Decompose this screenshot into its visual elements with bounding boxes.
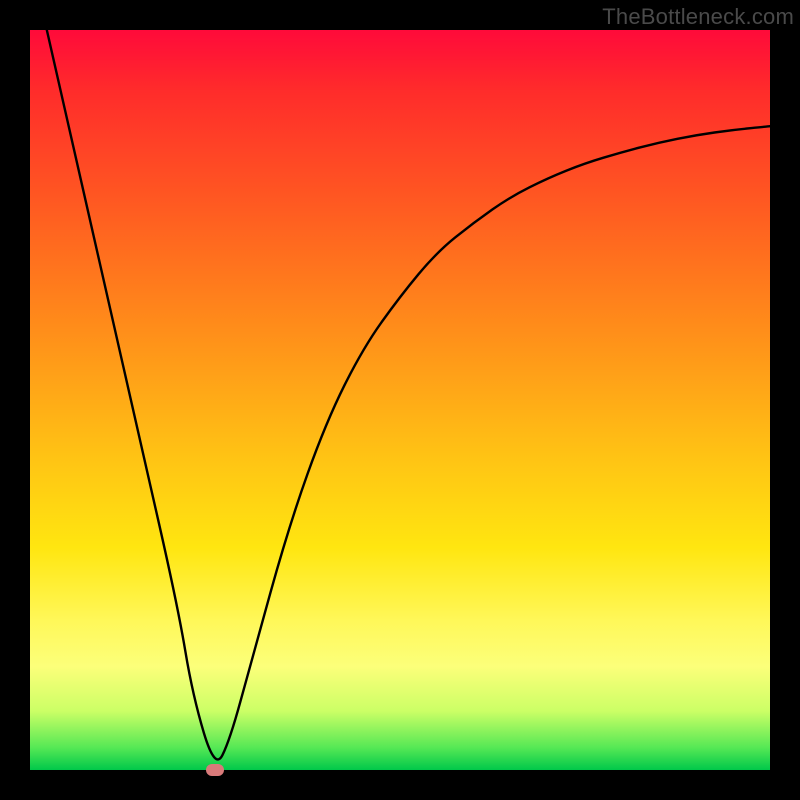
plot-area bbox=[30, 30, 770, 770]
curve-path bbox=[30, 30, 770, 759]
chart-frame: TheBottleneck.com bbox=[0, 0, 800, 800]
bottleneck-curve bbox=[30, 30, 770, 770]
optimum-marker bbox=[206, 764, 224, 776]
watermark-text: TheBottleneck.com bbox=[602, 4, 794, 30]
